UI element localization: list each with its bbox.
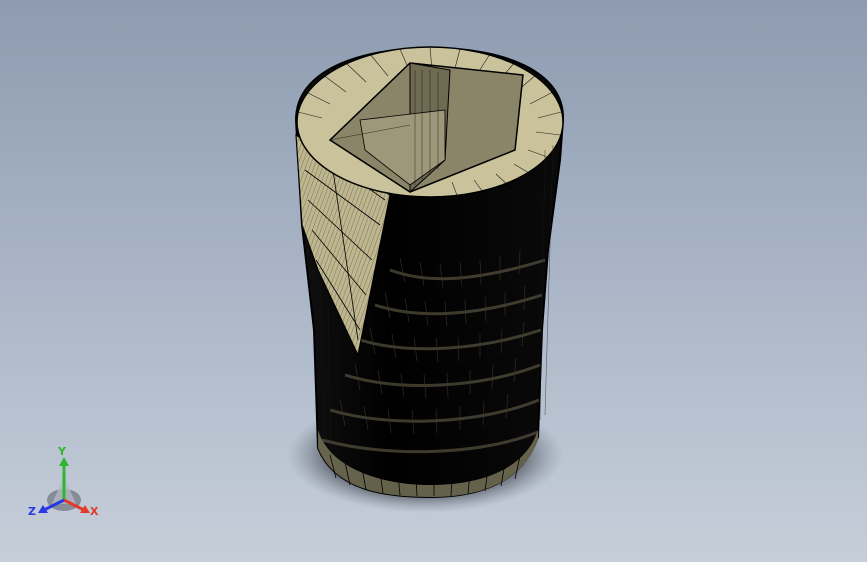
model-canvas[interactable] <box>0 0 867 562</box>
graphics-viewport[interactable]: Y X Z <box>0 0 867 562</box>
x-axis-label: X <box>90 505 99 518</box>
view-orientation-triad[interactable]: Y X Z <box>22 446 108 526</box>
threaded-plug-model[interactable] <box>294 46 565 499</box>
y-axis-arrow-icon <box>59 457 69 466</box>
y-axis-label: Y <box>58 445 66 458</box>
z-axis-label: Z <box>28 505 36 518</box>
